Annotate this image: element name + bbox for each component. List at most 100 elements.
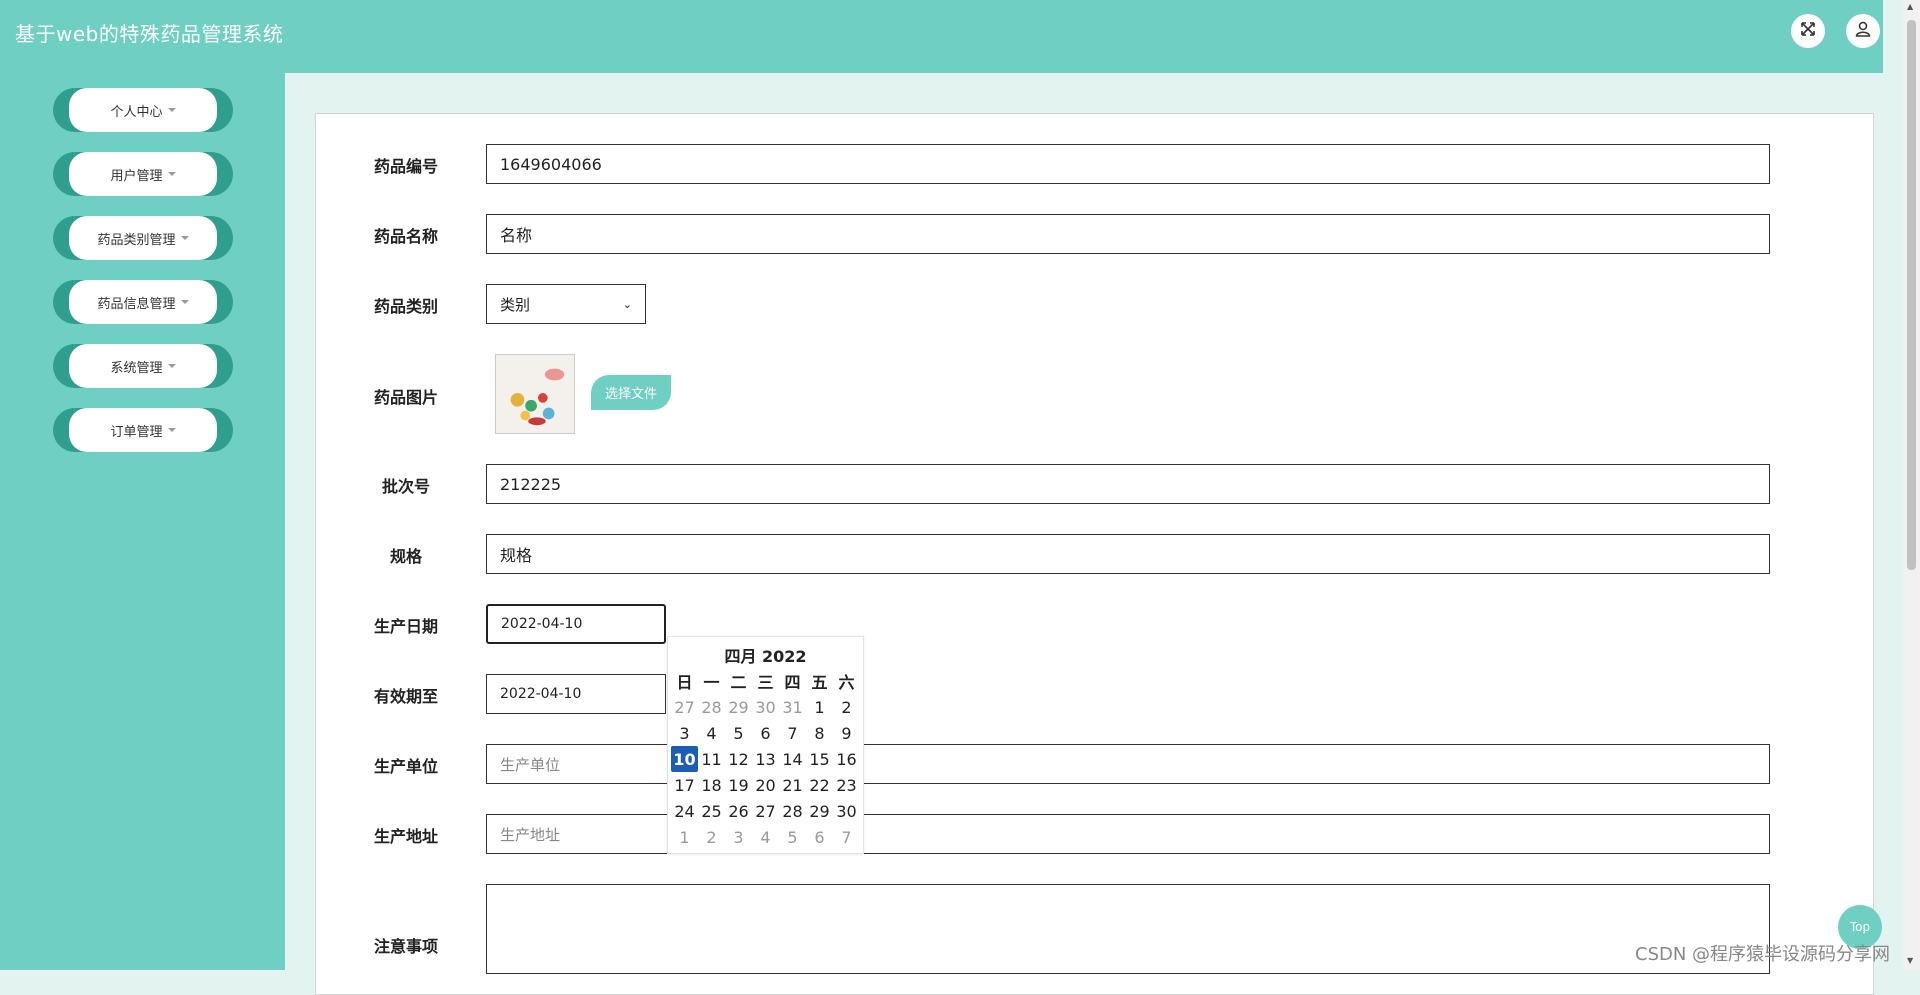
weekday-header: 二 xyxy=(730,673,747,692)
weekday-header: 三 xyxy=(757,673,774,692)
calendar-day-next-month[interactable]: 1 xyxy=(671,824,698,850)
calendar-day-prev-month[interactable]: 31 xyxy=(779,694,806,720)
sidebar-item-label: 药品信息管理 xyxy=(97,296,176,312)
sidebar-item-label: 用户管理 xyxy=(110,168,163,184)
fullscreen-icon xyxy=(1799,20,1817,42)
fullscreen-button[interactable] xyxy=(1791,14,1825,48)
expiry-date-label: 有效期至 xyxy=(373,687,438,706)
calendar-day[interactable]: 1 xyxy=(806,694,833,720)
sidebar-item-user-management[interactable]: 用户管理 xyxy=(53,152,233,196)
sidebar-item-button[interactable]: 系统管理 xyxy=(69,344,217,388)
spec-input[interactable]: 规格 xyxy=(486,534,1770,574)
calendar-day[interactable]: 18 xyxy=(698,772,725,798)
app-title: 基于web的特殊药品管理系统 xyxy=(15,22,284,46)
name-input[interactable]: 名称 xyxy=(486,214,1770,254)
calendar-day[interactable]: 9 xyxy=(833,720,860,746)
name-label: 药品名称 xyxy=(373,227,438,246)
category-label: 药品类别 xyxy=(373,297,438,316)
calendar-day[interactable]: 2 xyxy=(833,694,860,720)
calendar-day[interactable]: 13 xyxy=(752,746,779,772)
caret-down-icon xyxy=(167,172,176,176)
sidebar-item-personal-center[interactable]: 个人中心 xyxy=(53,88,233,132)
calendar-day[interactable]: 21 xyxy=(779,772,806,798)
calendar-day-next-month[interactable]: 7 xyxy=(833,824,860,850)
sidebar-item-button[interactable]: 用户管理 xyxy=(69,152,217,196)
scroll-up-icon[interactable]: ▲ xyxy=(1907,2,1913,11)
code-input[interactable]: 1649604066 xyxy=(486,144,1770,184)
sidebar-item-system-management[interactable]: 系统管理 xyxy=(53,344,233,388)
calendar-day[interactable]: 19 xyxy=(725,772,752,798)
weekday-header: 日 xyxy=(676,673,693,692)
scroll-down-icon[interactable]: ▼ xyxy=(1907,956,1913,965)
calendar-day-next-month[interactable]: 3 xyxy=(725,824,752,850)
weekday-header: 四 xyxy=(784,673,801,692)
calendar-day[interactable]: 24 xyxy=(671,798,698,824)
batch-input[interactable]: 212225 xyxy=(486,464,1770,504)
sidebar-item-drug-category-management[interactable]: 药品类别管理 xyxy=(53,216,233,260)
production-date-input[interactable]: 2022-04-10 xyxy=(486,604,666,644)
caret-down-icon xyxy=(167,428,176,432)
calendar-day-selected[interactable]: 10 xyxy=(671,746,698,772)
scrollbar-thumb[interactable] xyxy=(1907,20,1916,570)
calendar-day[interactable]: 8 xyxy=(806,720,833,746)
calendar-day[interactable]: 27 xyxy=(752,798,779,824)
expiry-date-input[interactable]: 2022-04-10 xyxy=(486,674,666,714)
sidebar-item-drug-info-management[interactable]: 药品信息管理 xyxy=(53,280,233,324)
calendar-day[interactable]: 6 xyxy=(752,720,779,746)
datepicker-popup: 四月 2022 日 一 二 三 四 五 六 27 28 29 30 31 1 2… xyxy=(667,636,864,854)
calendar-day-prev-month[interactable]: 28 xyxy=(698,694,725,720)
calendar-day-next-month[interactable]: 6 xyxy=(806,824,833,850)
calendar-day[interactable]: 12 xyxy=(725,746,752,772)
calendar-day[interactable]: 25 xyxy=(698,798,725,824)
production-date-label: 生产日期 xyxy=(373,617,438,636)
calendar-day[interactable]: 17 xyxy=(671,772,698,798)
watermark-text: CSDN @程序猿毕设源码分享网 xyxy=(1635,944,1891,965)
calendar-day[interactable]: 15 xyxy=(806,746,833,772)
calendar-day[interactable]: 14 xyxy=(779,746,806,772)
sidebar-item-button[interactable]: 订单管理 xyxy=(69,408,217,452)
batch-label: 批次号 xyxy=(381,477,430,496)
weekday-header: 六 xyxy=(838,673,855,692)
user-menu-button[interactable] xyxy=(1846,14,1880,48)
notes-textarea[interactable] xyxy=(486,884,1770,974)
choose-file-button[interactable]: 选择文件 xyxy=(591,375,671,410)
calendar-day[interactable]: 11 xyxy=(698,746,725,772)
calendar-day[interactable]: 5 xyxy=(725,720,752,746)
user-icon xyxy=(1854,20,1872,42)
weekday-header: 一 xyxy=(703,673,720,692)
calendar-day[interactable]: 23 xyxy=(833,772,860,798)
calendar-day[interactable]: 28 xyxy=(779,798,806,824)
calendar-day[interactable]: 26 xyxy=(725,798,752,824)
sidebar-item-order-management[interactable]: 订单管理 xyxy=(53,408,233,452)
calendar-day-prev-month[interactable]: 30 xyxy=(752,694,779,720)
spec-label: 规格 xyxy=(389,547,422,566)
sidebar-item-button[interactable]: 药品信息管理 xyxy=(69,280,217,324)
category-select[interactable]: 类别 ⌄ xyxy=(486,284,646,324)
calendar-day-next-month[interactable]: 4 xyxy=(752,824,779,850)
chevron-down-icon: ⌄ xyxy=(622,297,632,311)
caret-down-icon xyxy=(180,236,189,240)
calendar-day[interactable]: 30 xyxy=(833,798,860,824)
vertical-scrollbar[interactable]: ▲ ▼ xyxy=(1903,0,1920,970)
calendar-day-prev-month[interactable]: 27 xyxy=(671,694,698,720)
calendar-day[interactable]: 29 xyxy=(806,798,833,824)
sidebar-item-label: 药品类别管理 xyxy=(97,232,176,248)
calendar-day[interactable]: 3 xyxy=(671,720,698,746)
calendar-day[interactable]: 7 xyxy=(779,720,806,746)
caret-down-icon xyxy=(180,300,189,304)
sidebar-item-label: 订单管理 xyxy=(110,424,163,440)
calendar-day[interactable]: 4 xyxy=(698,720,725,746)
calendar-day-prev-month[interactable]: 29 xyxy=(725,694,752,720)
datepicker-month-title: 四月 2022 xyxy=(724,647,807,666)
sidebar-item-button[interactable]: 个人中心 xyxy=(69,88,217,132)
calendar-day[interactable]: 22 xyxy=(806,772,833,798)
caret-down-icon xyxy=(167,364,176,368)
calendar-day-next-month[interactable]: 2 xyxy=(698,824,725,850)
calendar-day[interactable]: 20 xyxy=(752,772,779,798)
calendar-day[interactable]: 16 xyxy=(833,746,860,772)
calendar-day-next-month[interactable]: 5 xyxy=(779,824,806,850)
category-select-value: 类别 xyxy=(500,295,531,314)
caret-down-icon xyxy=(167,108,176,112)
sidebar-item-button[interactable]: 药品类别管理 xyxy=(69,216,217,260)
sidebar-item-label: 系统管理 xyxy=(110,360,163,376)
